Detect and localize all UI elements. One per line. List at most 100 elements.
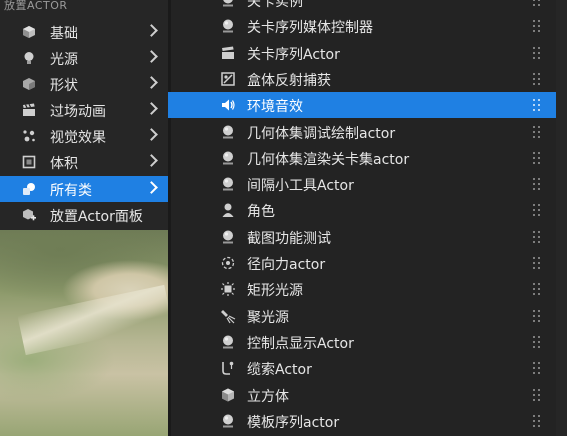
drag-handle-icon[interactable] [533, 151, 541, 164]
category-lights[interactable]: 光源 [0, 45, 168, 71]
terrain-path [17, 284, 168, 356]
scrollbar[interactable] [556, 0, 567, 436]
category-label: 体积 [50, 156, 78, 172]
spot-light-icon [220, 308, 236, 324]
category-label: 光源 [50, 52, 78, 68]
class-list-item[interactable]: 关卡序列Actor [168, 40, 556, 66]
class-list-item[interactable]: 间隔小工具Actor [168, 171, 556, 197]
class-label: 关卡序列Actor [247, 46, 340, 63]
actor-sphere-icon [220, 229, 236, 245]
class-list-item[interactable]: 聚光源 [168, 303, 556, 329]
category-label: 视觉效果 [50, 130, 106, 146]
actor-sphere-icon [220, 18, 236, 34]
speaker-icon [220, 97, 236, 113]
drag-handle-icon[interactable] [533, 0, 541, 6]
drag-handle-icon[interactable] [533, 388, 541, 401]
class-list-item[interactable]: 几何体集渲染关卡集actor [168, 145, 556, 171]
class-label: 环境音效 [247, 99, 303, 116]
sparkle-icon [22, 129, 36, 143]
panel-button-label: 放置Actor面板 [50, 209, 143, 225]
class-label: 几何体集渲染关卡集actor [247, 151, 410, 168]
drag-handle-icon[interactable] [533, 230, 541, 243]
category-label: 基础 [50, 26, 78, 42]
class-list-item[interactable]: 几何体集调试绘制actor [168, 119, 556, 145]
drag-handle-icon[interactable] [533, 414, 541, 427]
class-label: 模板序列actor [247, 414, 340, 431]
character-icon [220, 202, 236, 218]
class-list-item[interactable]: 模板序列actor [168, 408, 556, 434]
class-list-item[interactable]: 立方体 [168, 382, 556, 408]
drag-handle-icon[interactable] [533, 362, 541, 375]
drag-handle-icon[interactable] [533, 46, 541, 59]
cube-icon [220, 387, 236, 403]
viewport-background [0, 230, 168, 436]
class-list-item[interactable]: 截图功能测试 [168, 224, 556, 250]
actor-sphere-icon [220, 150, 236, 166]
chevron-right-icon [145, 50, 158, 63]
class-label: 间隔小工具Actor [247, 178, 354, 195]
drag-handle-icon[interactable] [533, 257, 541, 269]
panel-header: 放置ACTOR [4, 0, 68, 12]
place-actors-category-panel: 放置ACTOR 基础 光源 形状 过场动画 视觉效果 体积 所有类 放置Acto… [0, 0, 168, 436]
drag-handle-icon[interactable] [533, 309, 541, 322]
category-shapes[interactable]: 形状 [0, 71, 168, 97]
class-label: 缆索Actor [247, 362, 312, 379]
category-volumes[interactable]: 体积 [0, 149, 168, 175]
class-list-item[interactable]: 盒体反射捕获 [168, 66, 556, 92]
category-visual-effects[interactable]: 视觉效果 [0, 123, 168, 149]
actor-sphere-icon [220, 0, 236, 8]
class-label: 控制点显示Actor [247, 335, 354, 352]
light-bulb-icon [22, 51, 36, 65]
chevron-right-icon [145, 181, 158, 194]
all-classes-list: 关卡实例关卡序列媒体控制器 关卡序列Actor 盒体反射捕获 环境音效几何体集调试绘制… [168, 0, 567, 436]
place-actors-panel-button[interactable]: 放置Actor面板 [0, 202, 168, 228]
class-list-item[interactable]: 缆索Actor [168, 355, 556, 381]
class-list-item[interactable]: 径向力actor [168, 250, 556, 276]
clapperboard-icon [22, 103, 36, 117]
category-cinematic[interactable]: 过场动画 [0, 97, 168, 123]
place-actor-icon [22, 208, 36, 222]
class-list-item[interactable]: 环境音效 [168, 92, 556, 119]
class-label: 角色 [247, 204, 275, 221]
class-list-item[interactable]: 关卡实例 [168, 0, 556, 13]
rect-light-icon [220, 281, 236, 297]
drag-handle-icon[interactable] [533, 204, 541, 217]
class-list-item[interactable]: 控制点显示Actor [168, 329, 556, 355]
drag-handle-icon[interactable] [533, 178, 541, 191]
volume-icon [22, 155, 36, 169]
class-label: 关卡序列媒体控制器 [247, 20, 373, 37]
category-basic[interactable]: 基础 [0, 19, 168, 45]
actor-sphere-icon [220, 334, 236, 350]
category-label: 形状 [50, 78, 78, 94]
class-label: 几何体集调试绘制actor [247, 125, 396, 142]
drag-handle-icon[interactable] [533, 20, 541, 33]
category-menu: 放置ACTOR 基础 光源 形状 过场动画 视觉效果 体积 所有类 放置Acto… [0, 0, 168, 230]
class-label: 立方体 [247, 388, 289, 405]
class-label: 关卡实例 [247, 0, 303, 10]
class-list-item[interactable]: 角色 [168, 197, 556, 223]
cube-icon [22, 25, 36, 39]
class-label: 径向力actor [247, 257, 326, 273]
radial-force-icon [220, 255, 236, 271]
chevron-right-icon [145, 154, 158, 167]
class-list-item[interactable]: 关卡序列媒体控制器 [168, 13, 556, 39]
class-list-item[interactable]: 矩形光源 [168, 276, 556, 302]
category-label: 过场动画 [50, 104, 106, 120]
actor-sphere-icon [220, 413, 236, 429]
classes-icon [22, 182, 36, 196]
drag-handle-icon[interactable] [533, 125, 541, 138]
reflection-capture-icon [220, 71, 236, 87]
category-all-classes[interactable]: 所有类 [0, 176, 168, 202]
drag-handle-icon[interactable] [533, 99, 541, 112]
chevron-right-icon [145, 24, 158, 37]
chevron-right-icon [145, 102, 158, 115]
class-label: 矩形光源 [247, 283, 303, 300]
shape-icon [22, 77, 36, 91]
drag-handle-icon[interactable] [533, 335, 541, 348]
drag-handle-icon[interactable] [533, 283, 541, 296]
actor-sphere-icon [220, 176, 236, 192]
clapperboard-icon [220, 45, 236, 61]
class-label: 盒体反射捕获 [247, 72, 331, 89]
actor-sphere-icon [220, 124, 236, 140]
drag-handle-icon[interactable] [533, 72, 541, 85]
